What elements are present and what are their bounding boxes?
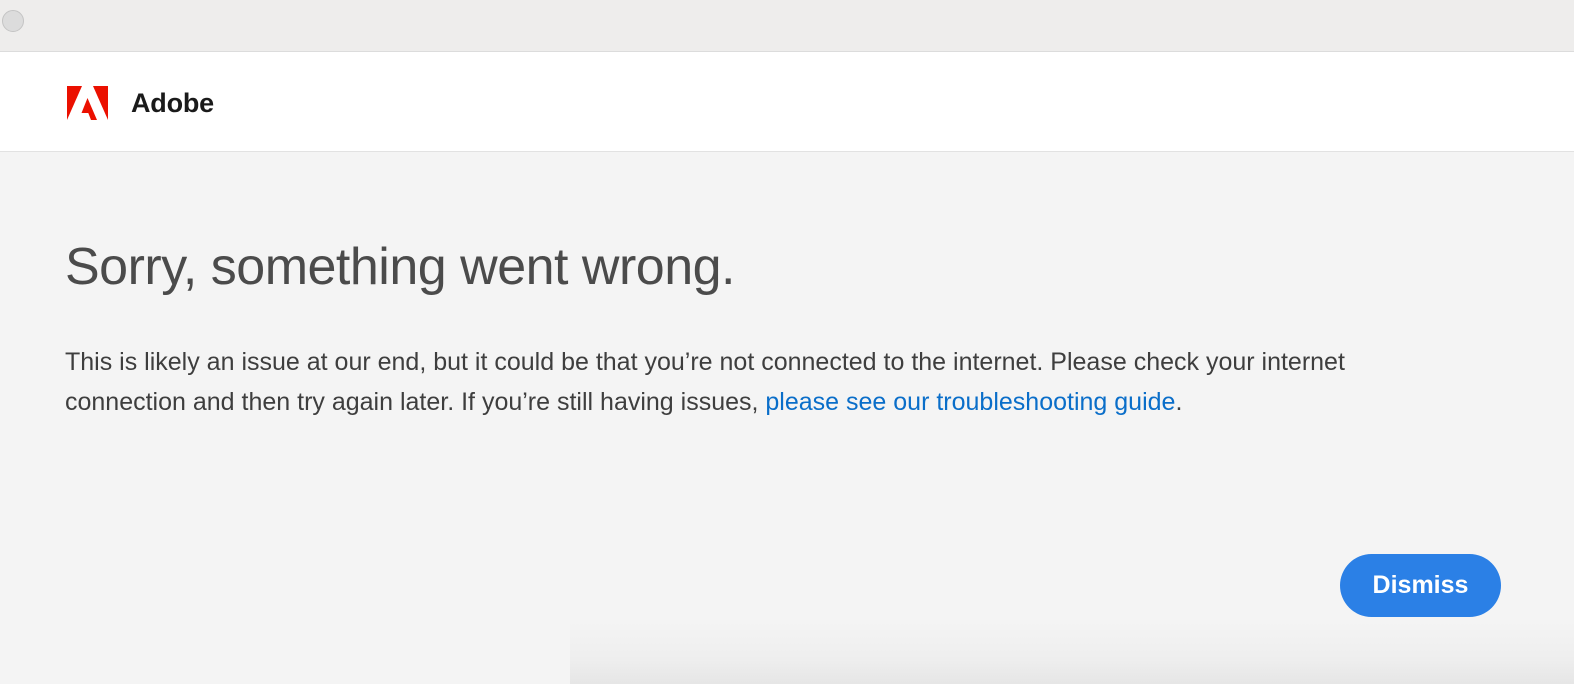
close-window-icon[interactable]	[2, 10, 24, 32]
window-titlebar	[0, 0, 1574, 52]
error-window: Adobe Sorry, something went wrong. This …	[0, 0, 1574, 684]
dismiss-button[interactable]: Dismiss	[1340, 554, 1501, 617]
adobe-logo-icon	[67, 86, 108, 120]
error-message-end: .	[1175, 388, 1183, 416]
troubleshooting-guide-link[interactable]: please see our troubleshooting guide	[765, 388, 1175, 416]
error-heading: Sorry, something went wrong.	[65, 238, 736, 296]
bottom-shadow	[570, 620, 1574, 684]
app-header: Adobe	[0, 52, 1574, 152]
brand-name: Adobe	[131, 88, 214, 118]
error-message: This is likely an issue at our end, but …	[65, 342, 1395, 422]
